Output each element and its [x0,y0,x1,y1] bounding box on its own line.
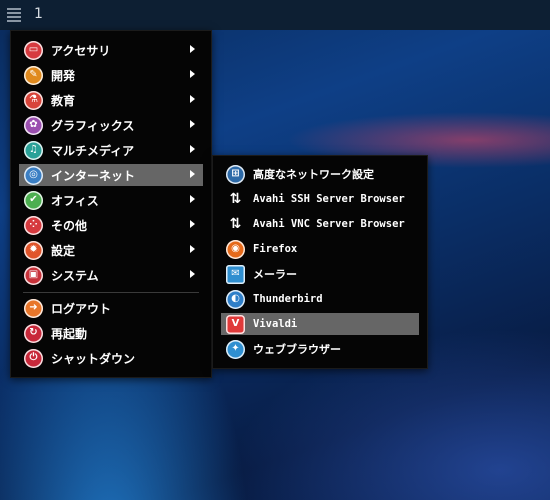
submenu-item-label: メーラー [253,268,297,281]
menu-item-label: グラフィックス [51,118,135,133]
top-panel: 1 [0,0,550,30]
internet-icon: ◎ [24,165,43,185]
internet-submenu: ⊞ 高度なネットワーク設定 ⇅ Avahi SSH Server Browser… [212,155,428,369]
menu-item-label: ログアウト [51,301,112,316]
mail-icon: ✉ [226,264,245,284]
menu-item-label: 教育 [51,93,76,108]
menu-item-internet[interactable]: ◎ インターネット [19,164,203,186]
development-icon: ✎ [24,65,43,85]
submenu-arrow-icon [190,45,195,53]
workspace-number[interactable]: 1 [34,6,43,22]
menu-item-office[interactable]: ✔ オフィス [19,189,203,211]
submenu-arrow-icon [190,245,195,253]
submenu-arrow-icon [190,70,195,78]
menu-item-label: マルチメディア [51,143,135,158]
submenu-item-label: Avahi SSH Server Browser [253,193,405,205]
submenu-item-label: Avahi VNC Server Browser [253,218,405,230]
submenu-item-vivaldi[interactable]: V Vivaldi [221,313,419,335]
shutdown-icon: ⏻ [24,348,43,368]
logout-icon: ➜ [24,298,43,318]
submenu-arrow-icon [190,120,195,128]
system-icon: ▣ [24,265,43,285]
submenu-arrow-icon [190,145,195,153]
submenu-arrow-icon [190,170,195,178]
menu-item-label: その他 [51,218,88,233]
menu-item-label: 設定 [51,243,76,258]
multimedia-icon: ♫ [24,140,43,160]
menu-item-education[interactable]: ⚗ 教育 [19,89,203,111]
submenu-arrow-icon [190,220,195,228]
web-browser-icon: ✦ [226,339,245,359]
menu-item-label: 開発 [51,68,76,83]
transfer-arrows-icon: ⇅ [229,216,242,232]
menu-item-accessories[interactable]: ▭ アクセサリ [19,39,203,61]
education-icon: ⚗ [24,90,43,110]
menu-item-logout[interactable]: ➜ ログアウト [19,297,203,319]
submenu-item-label: ウェブブラウザー [253,343,341,356]
submenu-item-label: Vivaldi [253,318,298,330]
menu-item-multimedia[interactable]: ♫ マルチメディア [19,139,203,161]
submenu-item-label: 高度なネットワーク設定 [253,168,374,181]
submenu-item-label: Thunderbird [253,293,323,305]
menu-item-settings[interactable]: ✹ 設定 [19,239,203,261]
reboot-icon: ↻ [24,323,43,343]
submenu-item-web-browser[interactable]: ✦ ウェブブラウザー [221,338,419,360]
other-icon: ⁘ [24,215,43,235]
submenu-item-network-settings[interactable]: ⊞ 高度なネットワーク設定 [221,163,419,185]
submenu-item-mailer[interactable]: ✉ メーラー [221,263,419,285]
application-menu: ▭ アクセサリ ✎ 開発 ⚗ 教育 ✿ グラフィックス ♫ マルチメディア ◎ … [10,30,212,378]
office-icon: ✔ [24,190,43,210]
submenu-item-avahi-vnc[interactable]: ⇅ Avahi VNC Server Browser [221,213,419,235]
hamburger-icon[interactable] [7,8,21,22]
settings-icon: ✹ [24,240,43,260]
graphics-icon: ✿ [24,115,43,135]
menu-item-label: シャットダウン [51,351,136,366]
menu-item-label: システム [51,268,99,283]
network-icon: ⊞ [226,164,245,184]
submenu-item-label: Firefox [253,243,298,255]
menu-item-shutdown[interactable]: ⏻ シャットダウン [19,347,203,369]
submenu-item-thunderbird[interactable]: ◐ Thunderbird [221,288,419,310]
menu-item-other[interactable]: ⁘ その他 [19,214,203,236]
vivaldi-icon: V [226,314,245,334]
menu-item-label: インターネット [51,168,136,183]
menu-separator [23,292,199,293]
submenu-item-firefox[interactable]: ◉ Firefox [221,238,419,260]
accessories-icon: ▭ [24,40,43,60]
transfer-arrows-icon: ⇅ [229,191,242,207]
menu-item-system[interactable]: ▣ システム [19,264,203,286]
thunderbird-icon: ◐ [226,289,245,309]
menu-item-label: オフィス [51,193,99,208]
menu-item-reboot[interactable]: ↻ 再起動 [19,322,203,344]
menu-item-development[interactable]: ✎ 開発 [19,64,203,86]
firefox-icon: ◉ [226,239,245,259]
menu-item-label: 再起動 [51,326,88,341]
submenu-arrow-icon [190,195,195,203]
submenu-arrow-icon [190,270,195,278]
submenu-arrow-icon [190,95,195,103]
menu-item-graphics[interactable]: ✿ グラフィックス [19,114,203,136]
submenu-item-avahi-ssh[interactable]: ⇅ Avahi SSH Server Browser [221,188,419,210]
menu-item-label: アクセサリ [51,43,111,58]
